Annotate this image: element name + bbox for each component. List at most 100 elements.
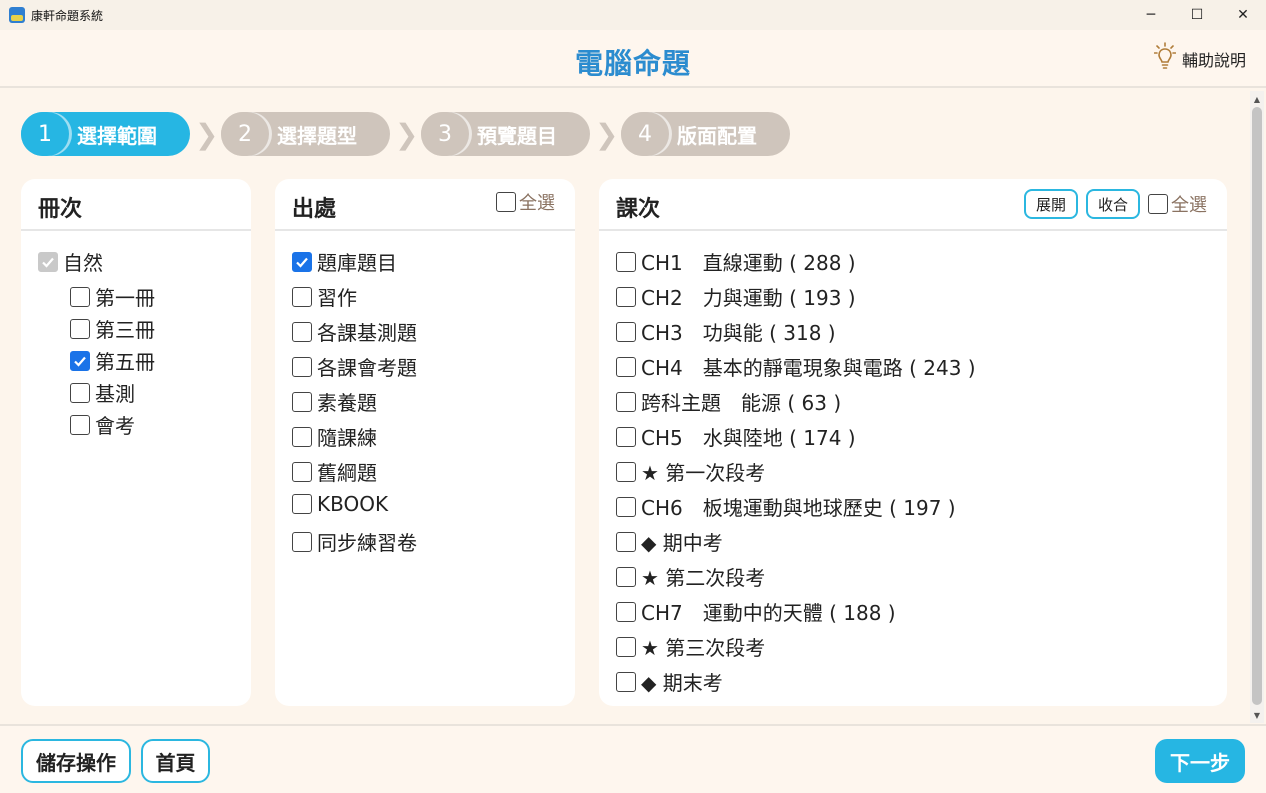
checkbox[interactable]: [616, 566, 636, 587]
source-select-all[interactable]: 全選: [496, 189, 555, 215]
collapse-button[interactable]: 收合: [1085, 189, 1140, 219]
expand-button[interactable]: 展開: [1023, 189, 1078, 219]
source-label: 習作: [317, 286, 357, 310]
checkbox[interactable]: [616, 356, 636, 377]
checkbox[interactable]: [292, 356, 312, 377]
chevron-right-icon: ❯: [595, 118, 619, 151]
lesson-item[interactable]: CH1 直線運動 ( 288 ): [616, 247, 856, 276]
step-3[interactable]: 3 預覽題目: [421, 112, 590, 156]
lesson-item[interactable]: ◆ 期中考: [616, 527, 723, 556]
volume-item[interactable]: 會考: [70, 410, 135, 439]
source-panel-header: 出處 全選: [275, 179, 575, 231]
step-label: 預覽題目: [477, 123, 557, 148]
lesson-item[interactable]: ◆ 期末考: [616, 667, 723, 696]
source-item[interactable]: 素養題: [292, 387, 377, 416]
lesson-item[interactable]: ★ 第三次段考: [616, 632, 765, 661]
source-label: 各課基測題: [317, 321, 417, 345]
lesson-item[interactable]: CH6 板塊運動與地球歷史 ( 197 ): [616, 492, 956, 521]
checkbox[interactable]: [292, 321, 312, 342]
volume-root-label: 自然: [63, 251, 103, 275]
home-button[interactable]: 首頁: [141, 739, 210, 783]
scroll-down-icon[interactable]: ▼: [1250, 707, 1264, 723]
source-item[interactable]: 隨課練: [292, 422, 377, 451]
checkbox[interactable]: [70, 382, 90, 403]
lesson-item[interactable]: CH3 功與能 ( 318 ): [616, 317, 836, 346]
lesson-item[interactable]: ★ 第二次段考: [616, 562, 765, 591]
step-2[interactable]: 2 選擇題型: [221, 112, 390, 156]
volume-item[interactable]: 第三冊: [70, 314, 155, 343]
app-logo-icon: [9, 7, 25, 23]
close-button[interactable]: ✕: [1220, 0, 1266, 30]
lesson-label: ★ 第三次段考: [641, 636, 766, 660]
checkbox[interactable]: [70, 350, 90, 371]
checkbox[interactable]: [70, 414, 90, 435]
lesson-label: CH7 運動中的天體 ( 188 ): [641, 601, 896, 625]
checkbox: [38, 251, 58, 272]
save-button[interactable]: 儲存操作: [21, 739, 131, 783]
source-item[interactable]: 習作: [292, 282, 357, 311]
scroll-up-icon[interactable]: ▲: [1250, 91, 1264, 107]
volume-item[interactable]: 基測: [70, 378, 135, 407]
source-item[interactable]: 同步練習卷: [292, 527, 417, 556]
maximize-button[interactable]: ☐: [1174, 0, 1220, 30]
checkbox[interactable]: [292, 391, 312, 412]
lesson-item[interactable]: CH4 基本的靜電現象與電路 ( 243 ): [616, 352, 976, 381]
checkbox[interactable]: [1148, 194, 1168, 214]
lesson-item[interactable]: 跨科主題 能源 ( 63 ): [616, 387, 841, 416]
volume-item[interactable]: 第一冊: [70, 282, 155, 311]
step-number: 3: [421, 112, 469, 156]
lesson-item[interactable]: CH2 力與運動 ( 193 ): [616, 282, 856, 311]
checkbox[interactable]: [292, 531, 312, 552]
lesson-item[interactable]: CH7 運動中的天體 ( 188 ): [616, 597, 896, 626]
checkbox[interactable]: [616, 636, 636, 657]
lesson-select-all[interactable]: 全選: [1148, 191, 1207, 217]
checkbox[interactable]: [616, 496, 636, 517]
source-label: 同步練習卷: [317, 531, 417, 555]
checkbox[interactable]: [616, 321, 636, 342]
help-button[interactable]: 輔助說明: [1153, 42, 1246, 76]
checkbox[interactable]: [616, 671, 636, 692]
source-item[interactable]: KBOOK: [292, 492, 388, 516]
checkbox[interactable]: [616, 391, 636, 412]
step-1[interactable]: 1 選擇範圍: [21, 112, 190, 156]
checkbox[interactable]: [292, 251, 312, 272]
source-item[interactable]: 各課會考題: [292, 352, 417, 381]
checkbox[interactable]: [292, 494, 312, 514]
source-item[interactable]: 各課基測題: [292, 317, 417, 346]
checkbox[interactable]: [496, 192, 516, 212]
source-item[interactable]: 舊綱題: [292, 457, 377, 486]
lesson-label: CH4 基本的靜電現象與電路 ( 243 ): [641, 356, 976, 380]
step-4[interactable]: 4 版面配置: [621, 112, 790, 156]
lesson-label: CH1 直線運動 ( 288 ): [641, 251, 856, 275]
volume-label: 第三冊: [95, 318, 155, 342]
step-number: 2: [221, 112, 269, 156]
source-item[interactable]: 題庫題目: [292, 247, 397, 276]
source-panel: 出處 全選 題庫題目 習作 各課基測題 各課會考題 素養題 隨課練 舊綱題 KB…: [275, 179, 575, 706]
checkbox[interactable]: [292, 286, 312, 307]
checkbox[interactable]: [70, 286, 90, 307]
lesson-item[interactable]: ★ 第一次段考: [616, 457, 765, 486]
checkbox[interactable]: [292, 461, 312, 482]
scroll-thumb[interactable]: [1252, 107, 1262, 705]
next-button[interactable]: 下一步: [1155, 739, 1245, 783]
lesson-label: 跨科主題 能源 ( 63 ): [641, 391, 842, 415]
checkbox[interactable]: [616, 286, 636, 307]
checkbox[interactable]: [292, 426, 312, 447]
checkbox[interactable]: [616, 426, 636, 447]
checkbox[interactable]: [70, 318, 90, 339]
vertical-scrollbar[interactable]: ▲ ▼: [1250, 91, 1264, 723]
checkbox[interactable]: [616, 251, 636, 272]
page-header: 電腦命題 輔助說明: [0, 30, 1266, 88]
checkbox[interactable]: [616, 461, 636, 482]
checkbox[interactable]: [616, 531, 636, 552]
source-label: 題庫題目: [317, 251, 397, 275]
lesson-item[interactable]: CH5 水與陸地 ( 174 ): [616, 422, 856, 451]
volume-panel-title: 冊次: [38, 197, 83, 222]
checkbox[interactable]: [616, 601, 636, 622]
select-all-label: 全選: [519, 193, 555, 214]
volume-item[interactable]: 第五冊: [70, 346, 155, 375]
volume-panel-header: 冊次: [21, 179, 251, 231]
lightbulb-icon: [1153, 42, 1177, 76]
minimize-button[interactable]: ─: [1128, 0, 1174, 30]
lesson-label: CH3 功與能 ( 318 ): [641, 321, 836, 345]
